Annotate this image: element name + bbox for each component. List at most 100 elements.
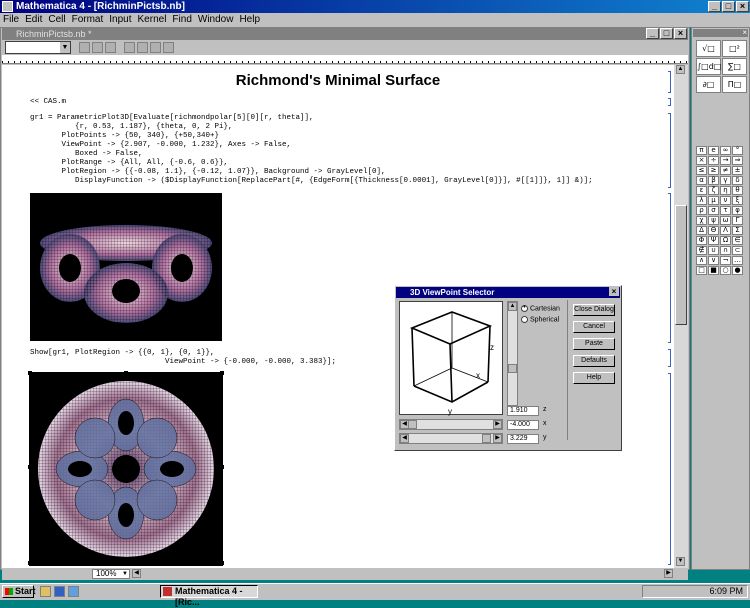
- palette-symbol-button[interactable]: Σ: [732, 226, 743, 235]
- ruler[interactable]: [2, 55, 688, 64]
- close-button[interactable]: ×: [736, 1, 749, 12]
- vertical-scroll-thumb[interactable]: [675, 205, 687, 325]
- palette-symbol-button[interactable]: δ: [732, 176, 743, 185]
- palette-symbol-button[interactable]: ●: [732, 266, 743, 275]
- palette-symbol-button[interactable]: Γ: [732, 216, 743, 225]
- surface-graphic-side-view[interactable]: [30, 193, 222, 341]
- help-button[interactable]: Help: [573, 372, 615, 384]
- dialog-close-button[interactable]: ×: [609, 287, 619, 296]
- palette-symbol-button[interactable]: α: [696, 176, 707, 185]
- taskbar-task-mathematica[interactable]: Mathematica 4 - [Ric...: [160, 585, 258, 607]
- palette-symbol-button[interactable]: ν: [720, 196, 731, 205]
- menu-item-input[interactable]: Input: [106, 13, 134, 27]
- menu-item-file[interactable]: File: [0, 13, 22, 27]
- palette-symbol-button[interactable]: ζ: [708, 186, 719, 195]
- palette-symbol-button[interactable]: ±: [732, 166, 743, 175]
- slider-up-arrow-icon[interactable]: ▲: [508, 302, 517, 311]
- palette-symbol-button[interactable]: →: [720, 156, 731, 165]
- document-title-bar[interactable]: RichminPictsb.nb * _ □ ×: [2, 28, 688, 40]
- selection-handle[interactable]: [28, 371, 32, 375]
- scroll-up-arrow-icon[interactable]: ▲: [676, 65, 685, 74]
- palette-symbol-button[interactable]: Δ: [696, 226, 707, 235]
- dialog-title-bar[interactable]: 3D ViewPoint Selector ×: [396, 287, 620, 298]
- palette-symbol-button[interactable]: °: [732, 146, 743, 155]
- slider-left-arrow-icon[interactable]: ◀: [400, 434, 409, 443]
- maximize-button[interactable]: □: [722, 1, 735, 12]
- palette-symbol-button[interactable]: ∩: [720, 246, 731, 255]
- style-dropdown[interactable]: ▼: [5, 41, 71, 54]
- palette-symbol-button[interactable]: φ: [732, 206, 743, 215]
- selection-handle[interactable]: [220, 465, 224, 469]
- menu-item-window[interactable]: Window: [195, 13, 237, 27]
- palette-symbol-button[interactable]: ∞: [720, 146, 731, 155]
- window-title-bar[interactable]: Mathematica 4 - [RichminPictsb.nb] _ □ ×: [0, 0, 750, 13]
- align-left-icon[interactable]: [124, 42, 135, 53]
- palette-template-button[interactable]: Π□: [722, 76, 747, 93]
- palette-symbol-button[interactable]: μ: [708, 196, 719, 205]
- palette-symbol-button[interactable]: ≠: [720, 166, 731, 175]
- palette-symbol-button[interactable]: Ψ: [708, 236, 719, 245]
- palette-symbol-button[interactable]: ε: [696, 186, 707, 195]
- input-cell-plot[interactable]: gr1 = ParametricPlot3D[Evaluate[richmond…: [30, 114, 593, 186]
- justify-icon[interactable]: [163, 42, 174, 53]
- palette-symbol-button[interactable]: λ: [696, 196, 707, 205]
- selection-handle[interactable]: [124, 371, 128, 375]
- mail-icon[interactable]: [68, 586, 79, 597]
- palette-symbol-button[interactable]: ρ: [696, 206, 707, 215]
- selection-handle[interactable]: [220, 371, 224, 375]
- palette-symbol-button[interactable]: π: [696, 146, 707, 155]
- input-cell-show[interactable]: Show[gr1, PlotRegion -> {{0, 1}, {0, 1}}…: [30, 349, 336, 367]
- palette-template-button[interactable]: √□: [696, 40, 721, 57]
- selection-handle[interactable]: [28, 561, 32, 565]
- palette-symbol-button[interactable]: Ω: [720, 236, 731, 245]
- surface-graphic-top-view[interactable]: [29, 372, 223, 566]
- palette-symbol-button[interactable]: τ: [720, 206, 731, 215]
- z-slider-thumb[interactable]: [508, 364, 517, 373]
- palette-symbol-button[interactable]: ∉: [696, 246, 707, 255]
- palette-symbol-button[interactable]: ≤: [696, 166, 707, 175]
- palette-symbol-button[interactable]: ■: [708, 266, 719, 275]
- clock[interactable]: 6:09 PM: [709, 586, 743, 596]
- palette-symbol-button[interactable]: σ: [708, 206, 719, 215]
- input-cell-cas[interactable]: << CAS.m: [30, 98, 66, 107]
- palette-symbol-button[interactable]: χ: [696, 216, 707, 225]
- palette-symbol-button[interactable]: ∪: [708, 246, 719, 255]
- z-vertical-slider[interactable]: ▲ ▼: [507, 301, 518, 415]
- palette-symbol-button[interactable]: ∧: [696, 256, 707, 265]
- vertical-scrollbar[interactable]: ▲ ▼: [674, 65, 688, 568]
- x-horizontal-slider[interactable]: ◀ ▶: [399, 419, 503, 430]
- palette-symbol-button[interactable]: Θ: [708, 226, 719, 235]
- doc-minimize-button[interactable]: _: [646, 28, 659, 39]
- palette-symbol-button[interactable]: ⊂: [732, 246, 743, 255]
- palette-symbol-button[interactable]: ○: [720, 266, 731, 275]
- y-value-field[interactable]: 3.229: [507, 434, 539, 444]
- doc-maximize-button[interactable]: □: [660, 28, 673, 39]
- align-center-icon[interactable]: [137, 42, 148, 53]
- palette-symbol-button[interactable]: …: [732, 256, 743, 265]
- doc-close-button[interactable]: ×: [674, 28, 687, 39]
- palette-symbol-button[interactable]: ¬: [720, 256, 731, 265]
- horizontal-scrollbar[interactable]: 100% ▼ ◀ ▶: [2, 568, 688, 580]
- palette-symbol-button[interactable]: e: [708, 146, 719, 155]
- palette-symbol-button[interactable]: ∈: [732, 236, 743, 245]
- palette-title-bar[interactable]: ×: [693, 28, 748, 37]
- palette-symbol-button[interactable]: Φ: [696, 236, 707, 245]
- palette-symbol-button[interactable]: η: [720, 186, 731, 195]
- palette-symbol-button[interactable]: □: [696, 266, 707, 275]
- slider-right-arrow-icon[interactable]: ▶: [493, 420, 502, 429]
- z-value-field[interactable]: 1.910: [507, 406, 539, 416]
- paste-button[interactable]: Paste: [573, 338, 615, 350]
- palette-symbol-button[interactable]: ⇒: [732, 156, 743, 165]
- selection-handle[interactable]: [28, 465, 32, 469]
- palette-template-button[interactable]: ∂□: [696, 76, 721, 93]
- selection-handle[interactable]: [124, 561, 128, 565]
- radio-cartesian[interactable]: • Cartesian: [521, 304, 560, 312]
- x-value-field[interactable]: -4.000: [507, 420, 539, 430]
- palette-symbol-button[interactable]: ψ: [708, 216, 719, 225]
- save-icon[interactable]: [79, 42, 90, 53]
- defaults-button[interactable]: Defaults: [573, 355, 615, 367]
- zoom-dropdown[interactable]: 100% ▼: [92, 569, 130, 579]
- print-icon[interactable]: [92, 42, 103, 53]
- palette-symbol-button[interactable]: ×: [696, 156, 707, 165]
- cell-bracket[interactable]: [668, 193, 671, 343]
